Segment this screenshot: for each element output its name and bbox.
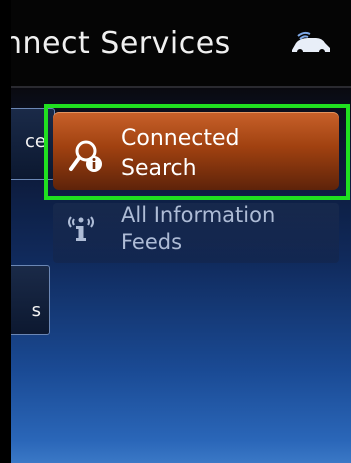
side-button-bottom-label: s [31, 300, 41, 321]
info-signal-icon [68, 216, 94, 241]
page-title: nnect Services [11, 26, 231, 61]
header-bar: nnect Services [11, 0, 351, 86]
all-information-feeds-label-line2: Feeds [121, 230, 183, 254]
header-divider [11, 86, 351, 88]
all-information-feeds-button[interactable]: All Information Feeds [53, 203, 339, 263]
car-connection-icon [292, 31, 330, 55]
screen: nnect Services ce s Connected Search All… [11, 0, 351, 463]
selection-highlight [44, 104, 350, 200]
side-button-top-label: ce [25, 131, 46, 152]
side-button-bottom[interactable]: s [11, 265, 50, 335]
all-information-feeds-label-line1: All Information [121, 203, 276, 227]
